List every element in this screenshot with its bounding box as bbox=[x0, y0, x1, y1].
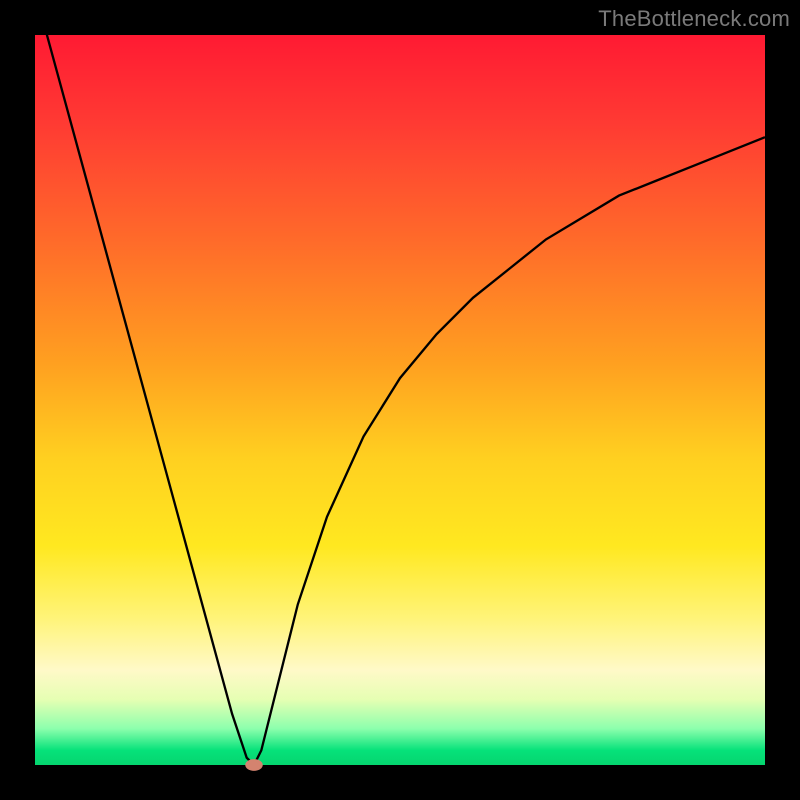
watermark-text: TheBottleneck.com bbox=[598, 6, 790, 32]
minimum-marker bbox=[245, 759, 263, 771]
bottleneck-curve-path bbox=[35, 0, 765, 765]
bottleneck-curve-svg bbox=[35, 35, 765, 765]
chart-frame: TheBottleneck.com bbox=[0, 0, 800, 800]
plot-area bbox=[35, 35, 765, 765]
